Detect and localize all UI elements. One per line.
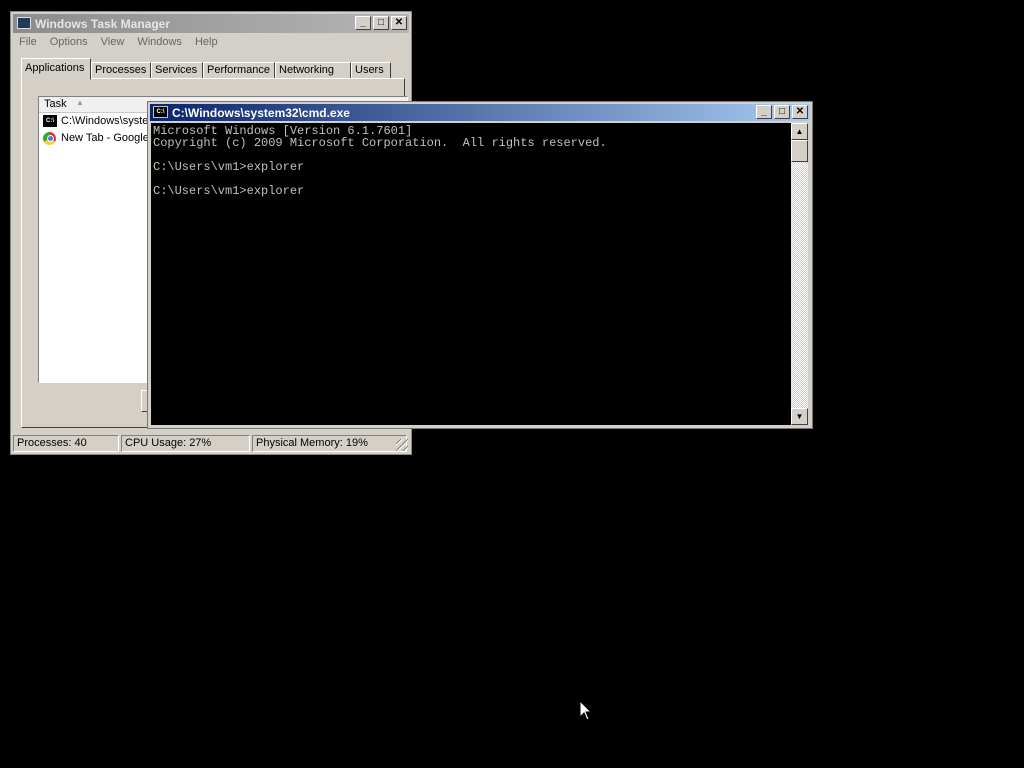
maximize-button[interactable]: □	[774, 105, 790, 119]
menu-windows[interactable]: Windows	[137, 36, 182, 48]
menu-help[interactable]: Help	[195, 36, 218, 48]
console-output[interactable]: Microsoft Windows [Version 6.1.7601] Copy…	[151, 123, 791, 425]
scroll-down-button[interactable]: ▼	[791, 408, 808, 425]
cmd-title: C:\Windows\system32\cmd.exe	[172, 106, 350, 120]
close-button[interactable]: ✕	[391, 16, 407, 30]
menu-options[interactable]: Options	[50, 36, 88, 48]
status-cpu-usage: CPU Usage: 27%	[121, 435, 250, 452]
task-manager-titlebar[interactable]: Windows Task Manager _ □ ✕	[13, 14, 409, 33]
console-line: Copyright (c) 2009 Microsoft Corporation…	[153, 136, 607, 150]
tab-performance[interactable]: Performance	[203, 62, 275, 79]
tab-networking[interactable]: Networking	[275, 62, 351, 79]
menu-bar: File Options View Windows Help	[19, 36, 231, 52]
cmd-window[interactable]: C:\ C:\Windows\system32\cmd.exe _ □ ✕ Mi…	[147, 101, 813, 429]
console-line: C:\Users\vm1>explorer	[153, 160, 305, 174]
mouse-cursor-icon	[579, 700, 593, 721]
minimize-button[interactable]: _	[756, 105, 772, 119]
scroll-thumb[interactable]	[791, 140, 808, 162]
tab-services[interactable]: Services	[151, 62, 203, 79]
status-processes: Processes: 40	[13, 435, 119, 452]
maximize-button[interactable]: □	[373, 16, 389, 30]
tab-processes[interactable]: Processes	[91, 62, 151, 79]
status-physical-memory: Physical Memory: 19%	[252, 435, 407, 452]
menu-view[interactable]: View	[101, 36, 125, 48]
cmd-titlebar[interactable]: C:\ C:\Windows\system32\cmd.exe _ □ ✕	[150, 104, 810, 121]
resize-grip[interactable]	[396, 439, 408, 451]
chrome-icon	[43, 132, 56, 145]
cmd-icon: C:\	[43, 115, 57, 127]
task-manager-icon	[17, 17, 31, 29]
sort-ascending-icon: ▲	[76, 98, 84, 107]
scroll-up-button[interactable]: ▲	[791, 123, 808, 140]
close-button[interactable]: ✕	[792, 105, 808, 119]
task-header-label: Task	[44, 98, 67, 110]
menu-file[interactable]: File	[19, 36, 37, 48]
console-line: C:\Users\vm1>explorer	[153, 184, 305, 198]
tab-users[interactable]: Users	[351, 62, 391, 79]
vertical-scrollbar[interactable]: ▲ ▼	[791, 123, 808, 425]
minimize-button[interactable]: _	[355, 16, 371, 30]
tab-applications[interactable]: Applications	[21, 58, 91, 80]
cmd-icon[interactable]: C:\	[153, 106, 168, 118]
task-manager-title: Windows Task Manager	[35, 17, 171, 31]
status-bar: Processes: 40 CPU Usage: 27% Physical Me…	[13, 434, 409, 452]
